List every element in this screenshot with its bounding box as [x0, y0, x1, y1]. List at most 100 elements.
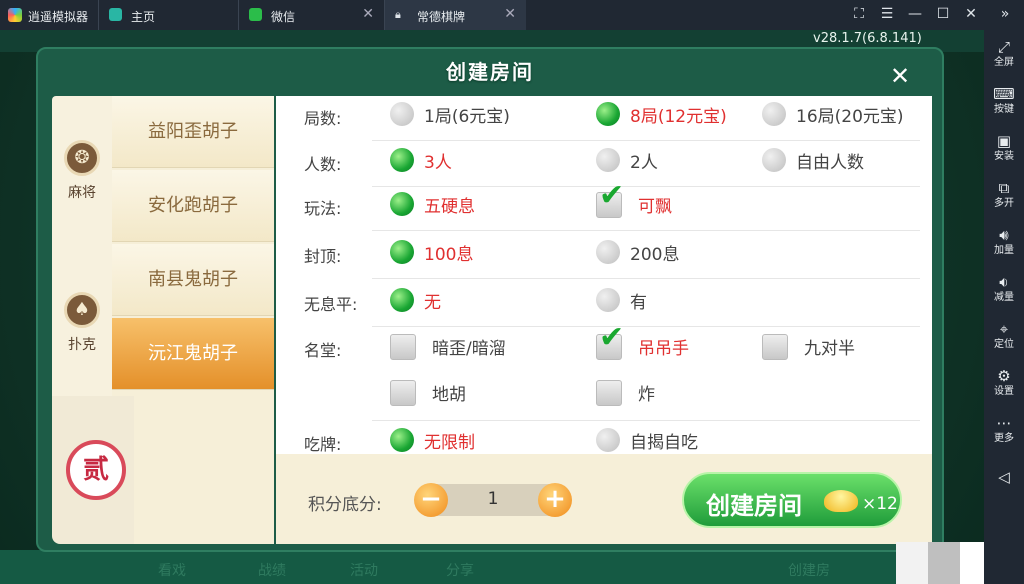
- score-stepper[interactable]: − 1 +: [414, 483, 572, 517]
- dialog-close-button[interactable]: ✕: [886, 62, 914, 90]
- menu-icon[interactable]: ☰: [878, 6, 896, 22]
- radio-unselected-icon: [596, 428, 620, 452]
- spade-icon: ♠: [64, 292, 100, 328]
- option-label: 8局(12元宝): [630, 107, 727, 127]
- game-item-yiyang[interactable]: 益阳歪胡子: [112, 96, 274, 168]
- background-footer: [0, 550, 984, 584]
- expand-icon[interactable]: »: [996, 6, 1014, 22]
- app-title: 逍遥模拟器: [28, 10, 89, 24]
- decoration-block: [896, 542, 928, 584]
- volume-down-icon: 🔉︎: [999, 273, 1009, 291]
- increase-button[interactable]: +: [538, 483, 572, 517]
- create-room-button[interactable]: 创建房间 ×12: [682, 472, 902, 528]
- option-label: 无限制: [424, 433, 475, 453]
- option-label: 九对半: [804, 339, 855, 359]
- option-label: 无: [424, 293, 441, 313]
- sidebar-label: 设置: [994, 386, 1014, 397]
- row-label: 吃牌:: [304, 435, 342, 454]
- more-icon: ⋯: [996, 414, 1012, 432]
- sidebar-label: 按键: [994, 104, 1014, 115]
- tab-label: 常德棋牌: [417, 10, 466, 24]
- row-label: 名堂:: [304, 341, 342, 360]
- tab-wechat[interactable]: 微信 ✕: [238, 0, 384, 30]
- fullscreen-icon[interactable]: ⛶: [850, 6, 868, 22]
- bg-menu-item: 活动: [350, 563, 378, 579]
- mahjong-icon: ❂: [64, 140, 100, 176]
- maximize-icon[interactable]: ☐: [934, 6, 952, 22]
- radio-selected-icon: [390, 148, 414, 172]
- close-tab-icon[interactable]: ✕: [362, 6, 374, 22]
- sidebar-button[interactable]: ◁: [984, 464, 1024, 508]
- sidebar-button[interactable]: ▣ 安装: [984, 128, 1024, 172]
- sidebar-button[interactable]: ⌖ 定位: [984, 316, 1024, 360]
- checkbox-empty-icon: [596, 380, 622, 406]
- checkbox-empty-icon: [762, 334, 788, 360]
- tab-home[interactable]: 主页: [98, 0, 238, 30]
- gear-icon: ⚙: [997, 367, 1011, 385]
- tab-changde[interactable]: 🔒︎ 常德棋牌 ✕: [384, 0, 526, 30]
- minimize-icon[interactable]: —: [906, 6, 924, 22]
- radio-selected-icon: [596, 102, 620, 126]
- row-divider: [372, 140, 920, 141]
- multi-instance-icon: ⧉: [998, 179, 1010, 197]
- tab-label: 微信: [271, 10, 296, 24]
- game-list: 益阳歪胡子 安化跑胡子 南县鬼胡子 沅江鬼胡子: [112, 96, 274, 544]
- close-tab-icon[interactable]: ✕: [504, 6, 516, 22]
- score-value: 1: [487, 489, 499, 509]
- category-column: ❂ 麻将 ♠ 扑克: [52, 96, 112, 396]
- option-label: 自揭自吃: [630, 433, 698, 453]
- sidebar-button[interactable]: 🔉︎ 减量: [984, 269, 1024, 313]
- back-icon: ◁: [998, 468, 1010, 486]
- game-item-yuanjiang[interactable]: 沅江鬼胡子: [112, 318, 274, 390]
- game-item-anhua[interactable]: 安化跑胡子: [112, 170, 274, 242]
- checkbox-empty-icon: [390, 380, 416, 406]
- option-label: 可飘: [638, 197, 672, 217]
- radio-unselected-icon: [596, 240, 620, 264]
- option-label: 3人: [424, 153, 452, 173]
- radio-selected-icon: [390, 240, 414, 264]
- row-label: 局数:: [304, 109, 342, 128]
- row-divider: [372, 278, 920, 279]
- wechat-icon: [249, 8, 262, 21]
- dialog-footer: 积分底分: − 1 + 创建房间 ×12: [276, 454, 932, 544]
- bg-menu-item: 看戏: [158, 563, 186, 579]
- create-room-label: 创建房间: [706, 492, 802, 520]
- radio-unselected-icon: [762, 148, 786, 172]
- radio-unselected-icon: [390, 102, 414, 126]
- sidebar-label: 定位: [994, 339, 1014, 350]
- decrease-button[interactable]: −: [414, 483, 448, 517]
- checkbox-checked-icon: ✔: [596, 181, 624, 218]
- radio-selected-icon: [390, 288, 414, 312]
- category-label: 麻将: [68, 185, 96, 201]
- option-label: 100息: [424, 245, 474, 265]
- emulator-titlebar: 逍遥模拟器 主页 微信 ✕ 🔒︎ 常德棋牌 ✕ ⛶ ☰ — ☐ ✕ »: [0, 0, 1024, 30]
- sidebar-button[interactable]: ⧉ 多开: [984, 175, 1024, 219]
- sidebar-button[interactable]: ⌨ 按键: [984, 81, 1024, 125]
- category-mahjong[interactable]: ❂ 麻将: [52, 140, 112, 202]
- option-label: 2人: [630, 153, 658, 173]
- row-label: 玩法:: [304, 199, 342, 218]
- option-label: 炸: [638, 385, 655, 405]
- version-label: v28.1.7(6.8.141): [813, 31, 922, 46]
- category-poker[interactable]: ♠ 扑克: [52, 292, 112, 354]
- bg-menu-item: 分享: [446, 563, 474, 579]
- bg-menu-item: 战绩: [258, 563, 286, 579]
- close-icon[interactable]: ✕: [962, 6, 980, 22]
- game-item-nanxian[interactable]: 南县鬼胡子: [112, 244, 274, 316]
- option-label: 五硬息: [424, 197, 475, 217]
- options-form: 局数: 1局(6元宝) 8局(12元宝) 16局(20元宝) 人数: 3人 2人 自由人数 玩法…: [276, 96, 932, 454]
- tab-label: 主页: [131, 10, 156, 24]
- sidebar-button[interactable]: ⚙ 设置: [984, 363, 1024, 407]
- fullscreen-icon: ⤢: [997, 38, 1010, 56]
- sidebar-button[interactable]: 🔊︎ 加量: [984, 222, 1024, 266]
- option-label: 16局(20元宝): [796, 107, 904, 127]
- sidebar-button[interactable]: ⋯ 更多: [984, 410, 1024, 454]
- sidebar-label: 安装: [994, 151, 1014, 162]
- apk-install-icon: ▣: [996, 132, 1012, 150]
- row-divider: [372, 230, 920, 231]
- sidebar-label: 多开: [994, 198, 1014, 209]
- home-icon: [109, 8, 122, 21]
- row-label: 人数:: [304, 155, 342, 174]
- keyboard-icon: ⌨: [993, 85, 1015, 103]
- sidebar-button[interactable]: ⤢ 全屏: [984, 34, 1024, 78]
